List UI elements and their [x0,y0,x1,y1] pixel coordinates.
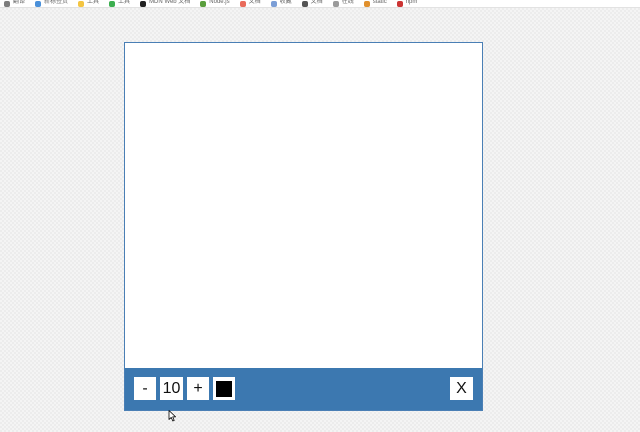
bookmarks-bar: 翻译 新标签页 工具 工具 MDN Web 文档 Node.js 文档 收藏 文档 在线 stati… [0,0,640,8]
clear-button[interactable]: X [450,377,473,400]
bookmark-item[interactable]: 在线 [332,0,354,7]
color-swatch [216,380,232,397]
drawing-board: - 10 + X [124,42,483,411]
bookmark-item[interactable]: 翻译 [4,0,26,7]
bookmark-item[interactable]: MDN Web 文档 [140,0,191,7]
bookmark-label: 工具 [118,0,131,5]
bookmark-item[interactable]: Node.js [200,0,230,7]
bookmark-item[interactable]: 收藏 [270,0,292,7]
decrease-size-button[interactable]: - [134,377,156,400]
bookmark-item[interactable]: 文档 [239,0,261,7]
bookmark-label: 新标签页 [44,0,69,5]
bookmark-favicon-icon [363,0,370,7]
bookmark-item[interactable]: static [363,0,387,7]
bookmark-favicon-icon [4,0,10,7]
bookmark-favicon-icon [396,0,403,7]
bookmark-item[interactable]: 文档 [301,0,323,7]
increase-size-button[interactable]: + [187,377,209,400]
bookmark-label: 翻译 [13,0,26,5]
mouse-cursor-icon [168,410,176,422]
bookmark-label: 文档 [310,0,323,5]
bookmark-label: 收藏 [279,0,292,5]
bookmark-favicon-icon [332,0,339,7]
bookmark-item[interactable]: 新标签页 [35,0,69,7]
bookmark-label: npm [405,0,418,5]
bookmark-favicon-icon [140,0,147,7]
bookmark-label: 工具 [87,0,100,5]
bookmark-label: Node.js [209,0,230,5]
drawing-toolbar: - 10 + X [125,368,482,410]
bookmark-favicon-icon [200,0,207,7]
bookmark-label: static [372,0,387,5]
bookmark-item[interactable]: 工具 [78,0,100,7]
bookmark-favicon-icon [270,0,277,7]
bookmark-favicon-icon [301,0,308,7]
bookmark-item[interactable]: npm [396,0,418,7]
bookmark-favicon-icon [35,0,42,7]
bookmark-item[interactable]: 工具 [109,0,131,7]
drawing-canvas[interactable] [125,43,482,369]
bookmark-favicon-icon [239,0,246,7]
bookmark-favicon-icon [109,0,116,7]
bookmark-favicon-icon [78,0,85,7]
bookmark-label: 在线 [341,0,354,5]
bookmark-label: MDN Web 文档 [149,0,191,5]
bookmark-label: 文档 [248,0,261,5]
brush-size-value[interactable]: 10 [160,377,183,400]
color-picker-button[interactable] [213,377,235,400]
